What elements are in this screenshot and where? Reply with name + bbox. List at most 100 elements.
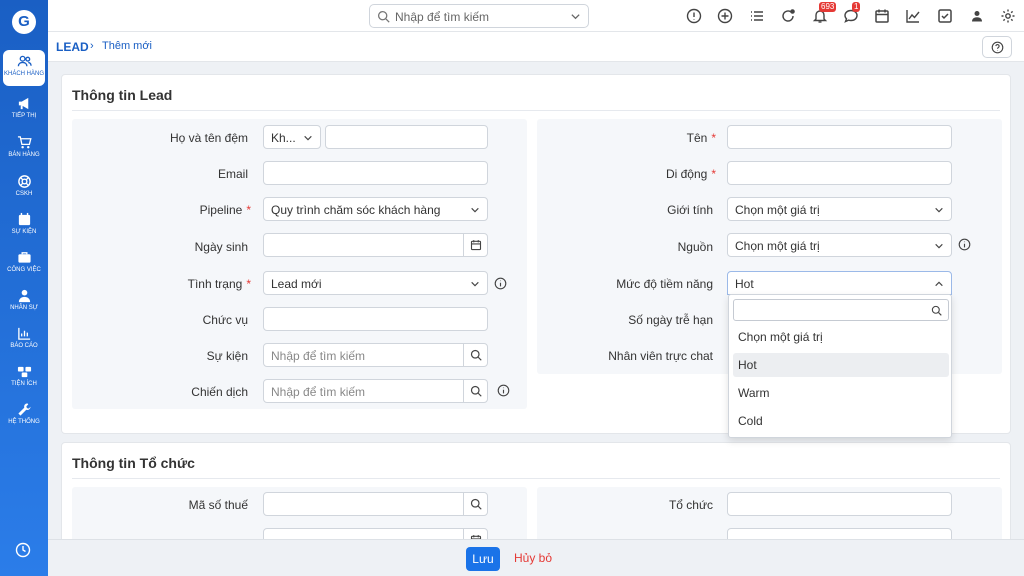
- dropdown-option[interactable]: Cold: [733, 409, 949, 433]
- sidebar-item-system[interactable]: HỆ THỐNG: [3, 398, 45, 434]
- source-select[interactable]: Chọn một giá trị: [727, 233, 952, 257]
- sidebar-item-marketing[interactable]: TIẾP THỊ: [3, 92, 45, 128]
- tax-code-search-button[interactable]: [463, 493, 487, 515]
- list-icon[interactable]: [749, 8, 765, 24]
- birthday-date-input[interactable]: [263, 233, 488, 257]
- lifebuoy-icon: [3, 170, 45, 190]
- chevron-down-icon: [471, 281, 479, 287]
- messages-badge: 1: [852, 2, 861, 12]
- chat-bubble-icon[interactable]: 1: [843, 2, 861, 24]
- sidebar-item-utilities[interactable]: TIỆN ÍCH: [3, 360, 45, 396]
- user-account-icon[interactable]: [969, 8, 985, 24]
- alert-circle-icon[interactable]: [686, 8, 702, 24]
- sidebar-item-events[interactable]: SỰ KIỆN: [3, 208, 45, 244]
- chevron-down-icon: [935, 243, 943, 249]
- sidebar-item-label: NHÂN SỰ: [10, 305, 38, 311]
- sidebar-item-label: TIẾP THỊ: [11, 113, 37, 119]
- top-bar: Nhập để tìm kiếm 693 1: [48, 0, 1024, 32]
- status-select[interactable]: Lead mới: [263, 271, 488, 295]
- save-button[interactable]: Lưu: [466, 547, 500, 571]
- dropdown-option[interactable]: Warm: [733, 381, 949, 405]
- chevron-down-icon: [935, 207, 943, 213]
- help-button[interactable]: [982, 36, 1012, 58]
- info-icon[interactable]: [497, 384, 510, 397]
- campaign-search-input[interactable]: Nhập để tìm kiếm: [263, 379, 488, 403]
- potential-dropdown-menu: Chọn một giá trị Hot Warm Cold: [728, 294, 952, 438]
- search-icon: [470, 349, 482, 361]
- breadcrumb-root-link[interactable]: LEAD: [56, 40, 89, 54]
- info-icon[interactable]: [494, 277, 507, 290]
- sidebar-item-customers[interactable]: KHÁCH HÀNG: [3, 50, 45, 86]
- event-search-button[interactable]: [463, 344, 487, 366]
- megaphone-icon: [3, 92, 45, 112]
- calendar-icon[interactable]: [874, 8, 890, 24]
- email-input[interactable]: [263, 161, 488, 185]
- cancel-button[interactable]: Hủy bỏ: [514, 551, 552, 565]
- fullname-label: Họ và tên đệm: [169, 131, 248, 145]
- middle-name-input[interactable]: [325, 125, 488, 149]
- sidebar-item-sales[interactable]: BÁN HÀNG: [3, 131, 45, 167]
- search-icon: [470, 385, 482, 397]
- pipeline-label-text: Pipeline: [199, 203, 243, 217]
- refresh-icon[interactable]: [780, 8, 796, 24]
- sidebar-item-label: CSKH: [15, 191, 33, 197]
- org-section-title: Thông tin Tổ chức: [72, 455, 195, 471]
- breadcrumb: LEAD › Thêm mới: [48, 32, 1024, 62]
- sidebar-item-hr[interactable]: NHÂN SỰ: [3, 284, 45, 320]
- sidebar-item-label: BÁO CÁO: [10, 343, 38, 349]
- form-footer: Lưu Hủy bỏ: [48, 539, 1024, 576]
- global-search-input[interactable]: Nhập để tìm kiếm: [369, 4, 589, 28]
- potential-value: Hot: [735, 277, 754, 291]
- sidebar-item-reports[interactable]: BÁO CÁO: [3, 322, 45, 358]
- settings-gear-icon[interactable]: [1000, 8, 1016, 24]
- salutation-select[interactable]: Kh...: [263, 125, 321, 149]
- name-label: Tên *: [560, 131, 716, 145]
- wrench-icon: [3, 398, 45, 418]
- chevron-down-icon: [304, 135, 312, 141]
- chevron-up-icon: [935, 281, 943, 287]
- add-circle-icon[interactable]: [717, 8, 733, 24]
- breadcrumb-current: Thêm mới: [102, 40, 152, 52]
- tax-code-search-input[interactable]: [263, 492, 488, 516]
- sidebar-item-tasks[interactable]: CÔNG VIỆC: [3, 246, 45, 282]
- event-label: Sự kiện: [206, 349, 248, 363]
- notification-bell-icon[interactable]: 693: [812, 2, 837, 24]
- sidebar: G KHÁCH HÀNG TIẾP THỊ BÁN HÀNG CSKH SỰ K…: [0, 0, 48, 576]
- overdue-days-label: Số ngày trễ hạn: [628, 313, 713, 327]
- dropdown-option[interactable]: Chọn một giá trị: [733, 325, 949, 349]
- global-search-placeholder: Nhập để tìm kiếm: [395, 10, 490, 24]
- history-clock-icon[interactable]: [15, 542, 33, 560]
- event-search-input[interactable]: Nhập để tìm kiếm: [263, 343, 488, 367]
- search-icon: [470, 498, 482, 510]
- mobile-input[interactable]: [727, 161, 952, 185]
- status-label-text: Tình trạng: [187, 277, 243, 291]
- app-logo[interactable]: G: [12, 10, 36, 34]
- gender-select[interactable]: Chọn một giá trị: [727, 197, 952, 221]
- dropdown-option-selected[interactable]: Hot: [733, 353, 949, 377]
- potential-select[interactable]: Hot: [727, 271, 952, 295]
- cart-icon: [3, 131, 45, 151]
- date-picker-button[interactable]: [463, 234, 487, 256]
- briefcase-icon: [3, 246, 45, 266]
- organization-input[interactable]: [727, 492, 952, 516]
- source-label: Nguồn: [677, 240, 713, 254]
- campaign-search-button[interactable]: [463, 380, 487, 402]
- info-icon[interactable]: [958, 238, 971, 251]
- name-input[interactable]: [727, 125, 952, 149]
- checkbox-icon[interactable]: [937, 8, 953, 24]
- mobile-label: Di động *: [560, 167, 716, 181]
- chart-icon: [3, 322, 45, 342]
- dropdown-search-input[interactable]: [733, 299, 949, 321]
- campaign-label: Chiến dịch: [191, 385, 248, 399]
- pipeline-label: Pipeline *: [110, 203, 251, 217]
- sidebar-item-cskh[interactable]: CSKH: [3, 170, 45, 206]
- users-icon: [3, 50, 45, 70]
- gender-label: Giới tính: [667, 203, 713, 217]
- position-input[interactable]: [263, 307, 488, 331]
- chevron-down-icon[interactable]: [570, 11, 581, 22]
- tax-code-label: Mã số thuế: [188, 498, 248, 512]
- pipeline-select[interactable]: Quy trình chăm sóc khách hàng: [263, 197, 488, 221]
- trend-chart-icon[interactable]: [905, 8, 921, 24]
- event-placeholder: Nhập để tìm kiếm: [271, 349, 366, 363]
- required-asterisk: *: [246, 203, 251, 217]
